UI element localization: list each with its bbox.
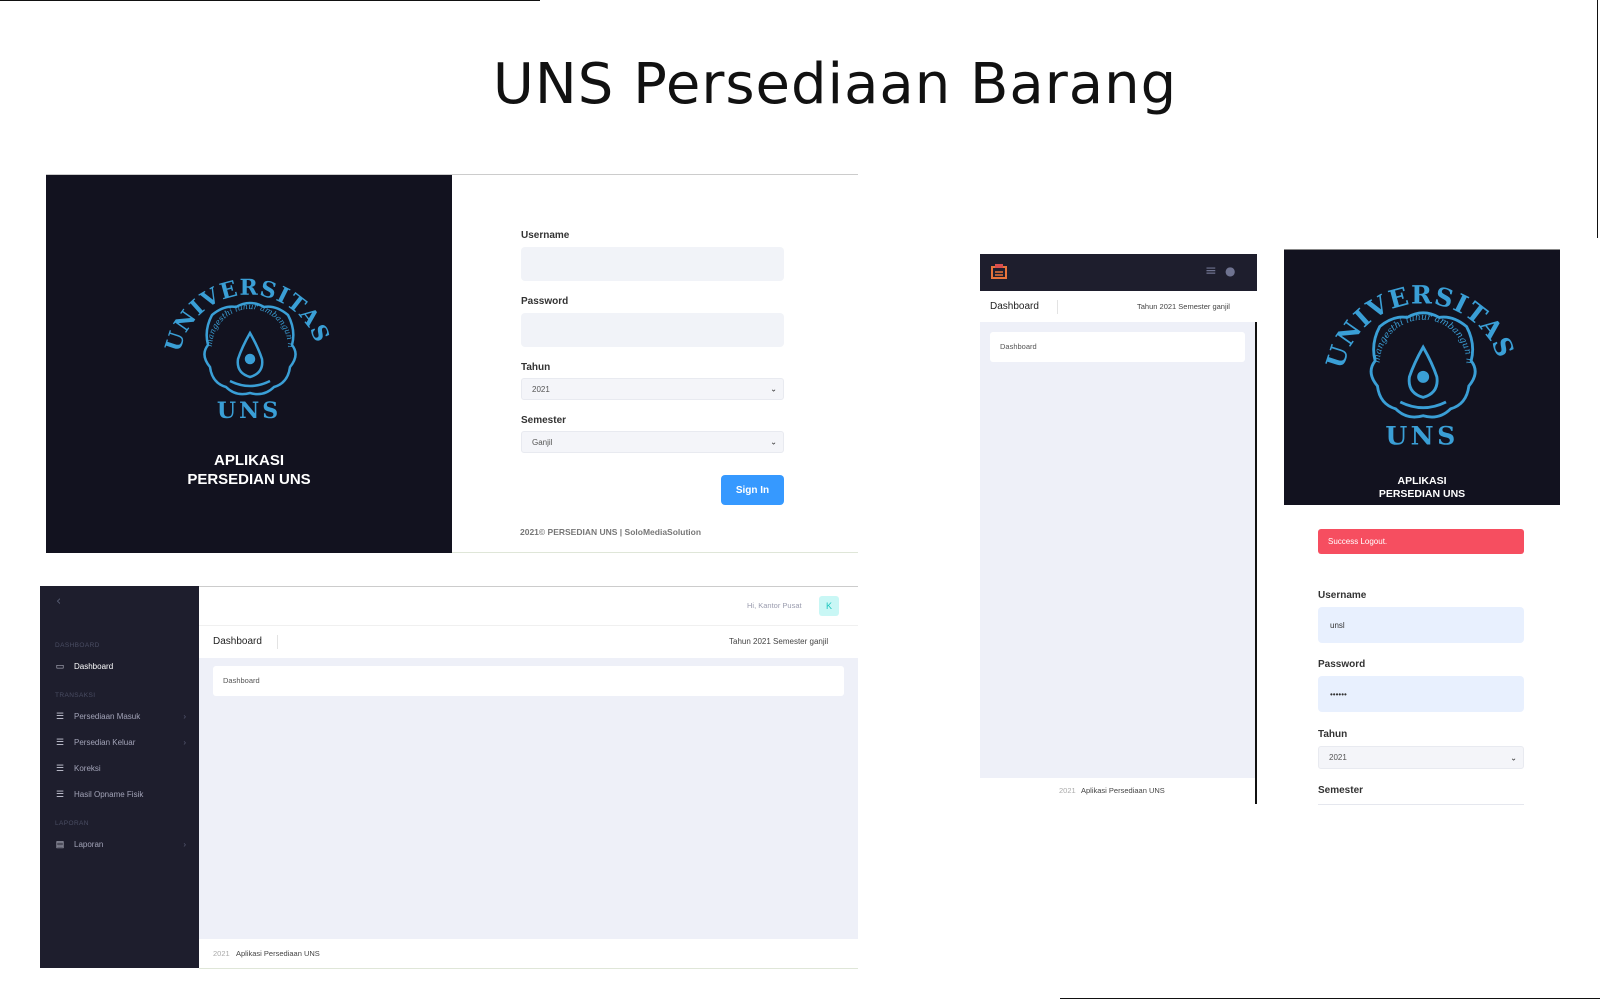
subheader-title: Dashboard: [213, 636, 262, 647]
app-name: APLIKASI PERSEDIAN UNS: [1284, 475, 1560, 501]
avatar[interactable]: K: [819, 596, 839, 616]
semester-label: Semester: [1318, 785, 1364, 796]
password-label: Password: [521, 296, 569, 307]
app-name-line1: APLIKASI: [1397, 475, 1447, 487]
dashboard-main: Hi, Kantor Pusat K Dashboard Tahun 2021 …: [199, 586, 858, 969]
mobile-subheader: Dashboard Tahun 2021 Semester ganjil: [980, 291, 1257, 322]
logout-success-alert: Success Logout.: [1318, 529, 1524, 554]
mobile-topbar: ≡ ●: [980, 254, 1257, 291]
app-logo-icon[interactable]: [990, 263, 1010, 281]
dashboard-mobile-screen: ≡ ● Dashboard Tahun 2021 Semester ganjil…: [980, 254, 1257, 804]
sidebar-item-label: Dashboard: [74, 661, 114, 671]
breadcrumb[interactable]: Dashboard: [223, 676, 260, 685]
table-icon: ▤: [55, 838, 65, 849]
subheader-title: Dashboard: [990, 301, 1039, 312]
subheader-divider: [1057, 300, 1058, 314]
sidebar-item-dashboard[interactable]: ▭ Dashboard: [54, 658, 186, 674]
app-name-line2: PERSEDIAN UNS: [1378, 488, 1466, 500]
tahun-label: Tahun: [1318, 729, 1348, 740]
period-text: Tahun 2021 Semester ganjil: [729, 637, 829, 646]
semester-label: Semester: [521, 415, 567, 426]
semester-select[interactable]: Ganjil ⌄: [521, 431, 784, 453]
edge-line-top: [0, 0, 540, 1]
password-label: Password: [1318, 659, 1366, 670]
sidebar-item-label: Persedian Keluar: [74, 737, 136, 747]
sidebar-item-laporan[interactable]: ▤ Laporan ›: [54, 836, 186, 852]
chevron-right-icon: ›: [183, 711, 186, 721]
login-mobile-screen: UNIVERSITAS SEBELAS MARET mangesthi luhu…: [1284, 249, 1560, 809]
chevron-right-icon: ›: [183, 839, 186, 849]
tahun-select[interactable]: 2021 ⌄: [1318, 746, 1524, 769]
username-label: Username: [1318, 590, 1367, 601]
menu-toggle-icon[interactable]: ≡: [1205, 263, 1217, 279]
mobile-content: Dashboard: [980, 322, 1257, 778]
app-name-line2: PERSEDIAN UNS: [187, 471, 311, 488]
sidebar-item-persedian-keluar[interactable]: ☰ Persedian Keluar ›: [54, 734, 186, 750]
logo-abbr: UNS: [217, 398, 281, 424]
username-label: Username: [521, 230, 570, 241]
footer-year: 2021: [213, 949, 230, 958]
period-text: Tahun 2021 Semester ganjil: [1137, 302, 1230, 311]
sidebar-item-label: Hasil Opname Fisik: [74, 789, 144, 799]
username-input[interactable]: [521, 247, 784, 281]
mobile-footer: 2021 Aplikasi Persediaan UNS: [980, 778, 1257, 804]
footer-year: 2021: [1059, 786, 1076, 795]
page-title: UNS Persediaan Barang: [492, 52, 1178, 117]
semester-select-edge[interactable]: [1318, 804, 1524, 805]
sign-in-button[interactable]: Sign In: [721, 475, 784, 505]
chevron-down-icon: ⌄: [770, 384, 777, 394]
collapse-sidebar-icon[interactable]: ‹: [56, 594, 61, 609]
footer-app-link[interactable]: Aplikasi Persediaan UNS: [236, 949, 320, 958]
dashboard-desktop-screen: ‹ DASHBOARD ▭ Dashboard TRANSAKSI ☰ Pers…: [40, 586, 858, 969]
footer-app-link[interactable]: Aplikasi Persediaan UNS: [1081, 786, 1165, 795]
sidebar-section-laporan: LAPORAN: [55, 820, 89, 827]
sidebar-item-label: Laporan: [74, 839, 104, 849]
user-greeting: Hi, Kantor Pusat: [747, 601, 802, 610]
semester-select-value: Ganjil: [532, 437, 553, 447]
password-input[interactable]: [521, 313, 784, 347]
list-icon: ☰: [55, 788, 65, 799]
topbar: Hi, Kantor Pusat K: [199, 587, 858, 625]
password-input[interactable]: ••••••: [1318, 676, 1524, 712]
sidebar-item-label: Persediaan Masuk: [74, 711, 141, 721]
sidebar-item-persediaan-masuk[interactable]: ☰ Persediaan Masuk ›: [54, 708, 186, 724]
user-icon[interactable]: ●: [1225, 264, 1235, 278]
login-desktop-screen: UNIVERSITAS SEBELAS MARET mangesthi luhu…: [46, 174, 858, 553]
sidebar-item-label: Koreksi: [74, 763, 101, 773]
sidebar-section-transaksi: TRANSAKSI: [55, 692, 96, 699]
monitor-icon: ▭: [55, 660, 65, 671]
username-input[interactable]: unsl: [1318, 607, 1524, 643]
breadcrumb-card: Dashboard: [990, 332, 1245, 362]
chevron-down-icon: ⌄: [1510, 753, 1517, 762]
subheader-divider: [277, 635, 278, 649]
breadcrumb-card: Dashboard: [213, 666, 844, 696]
chevron-down-icon: ⌄: [770, 437, 777, 447]
uns-logo: UNIVERSITAS SEBELAS MARET mangesthi luhu…: [1324, 258, 1520, 450]
chevron-right-icon: ›: [183, 737, 186, 747]
list-icon: ☰: [55, 736, 65, 747]
breadcrumb[interactable]: Dashboard: [1000, 342, 1037, 351]
subheader: Dashboard Tahun 2021 Semester ganjil: [199, 625, 858, 658]
tahun-label: Tahun: [521, 362, 551, 373]
sidebar-item-hasil-opname-fisik[interactable]: ☰ Hasil Opname Fisik: [54, 786, 186, 802]
app-name: APLIKASI PERSEDIAN UNS: [46, 451, 452, 489]
edge-line-bottom: [1060, 998, 1600, 999]
list-icon: ☰: [55, 762, 65, 773]
app-name-line1: APLIKASI: [213, 452, 284, 469]
sidebar-section-dashboard: DASHBOARD: [55, 642, 100, 649]
logo-abbr: UNS: [1385, 420, 1458, 450]
dashboard-footer: 2021 Aplikasi Persediaan UNS: [199, 939, 858, 969]
sidebar: ‹ DASHBOARD ▭ Dashboard TRANSAKSI ☰ Pers…: [40, 586, 199, 968]
sidebar-item-koreksi[interactable]: ☰ Koreksi: [54, 760, 186, 776]
login-footer: 2021© PERSEDIAN UNS | SoloMediaSolution: [520, 527, 702, 537]
tahun-select-value: 2021: [1329, 753, 1347, 762]
login-form-panel: Username Password Tahun 2021 ⌄ Semester …: [452, 175, 858, 553]
tahun-select[interactable]: 2021 ⌄: [521, 378, 784, 400]
edge-line-right: [1597, 0, 1598, 238]
list-icon: ☰: [55, 710, 65, 721]
uns-logo: UNIVERSITAS SEBELAS MARET mangesthi luhu…: [164, 255, 334, 424]
login-brand-panel: UNIVERSITAS SEBELAS MARET mangesthi luhu…: [46, 175, 452, 553]
login-brand-panel: UNIVERSITAS SEBELAS MARET mangesthi luhu…: [1284, 249, 1560, 505]
tahun-select-value: 2021: [532, 384, 550, 394]
